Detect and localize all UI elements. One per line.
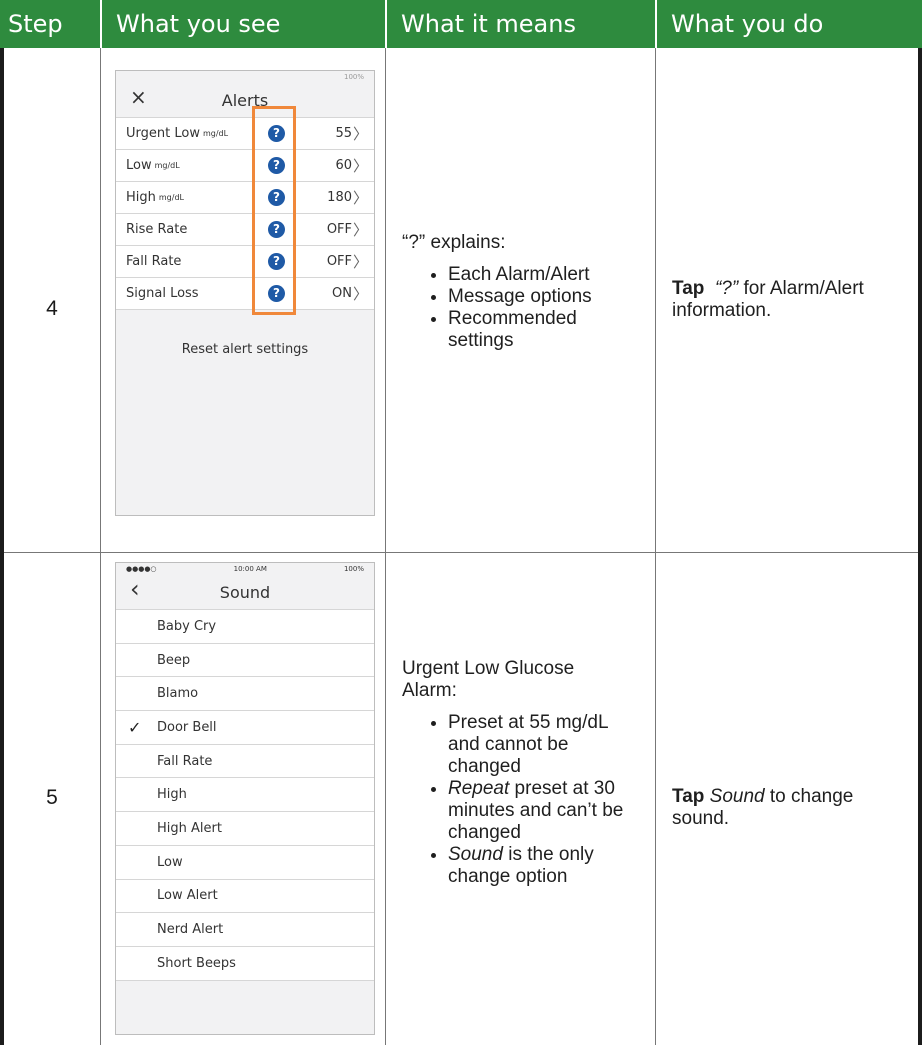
action-target: “?” (714, 278, 739, 299)
status-bar: 100% (116, 71, 374, 83)
list-item: Each Alarm/Alert (448, 264, 642, 286)
list-item: Recommended settings (448, 308, 642, 352)
sound-option[interactable]: High Alert (116, 812, 374, 846)
sound-option-label: Short Beeps (157, 955, 236, 971)
sound-option-label: Low Alert (157, 888, 218, 904)
sound-list: Baby Cry Beep Blamo ✓ Door Bell Fall Rate… (116, 609, 374, 981)
emphasis-text: Repeat (448, 778, 510, 799)
alert-row-low[interactable]: Low mg/dL ? 60 〉 (116, 150, 374, 182)
sound-option[interactable]: Baby Cry (116, 610, 374, 644)
sound-option[interactable]: High (116, 778, 374, 813)
table-body: 4 100% × Alerts Urgent Low mg/dL ? 55 〉 Lo… (0, 48, 922, 1045)
action-target: Sound (709, 786, 765, 807)
alert-value: 180 (327, 190, 352, 205)
sound-option-label: Blamo (157, 686, 199, 702)
alert-row-fall-rate[interactable]: Fall Rate ? OFF 〉 (116, 246, 374, 278)
tap-label: Tap (672, 278, 705, 299)
help-icons-highlight (252, 106, 296, 315)
alert-value: 55 (335, 126, 352, 141)
sound-option-label: Beep (157, 652, 191, 668)
sound-option[interactable]: Nerd Alert (116, 913, 374, 947)
chevron-right-icon: 〉 (352, 253, 368, 271)
alert-label: Fall Rate (126, 254, 182, 269)
alert-label: High (126, 190, 156, 205)
list-item: Preset at 55 mg/dL and cannot be changed (448, 712, 644, 778)
step-number-4: 4 (46, 297, 58, 320)
sound-option[interactable]: Low Alert (116, 880, 374, 914)
sound-option-label: Fall Rate (157, 753, 213, 769)
sound-option-selected[interactable]: ✓ Door Bell (116, 711, 374, 745)
chevron-right-icon: 〉 (352, 125, 368, 143)
chevron-right-icon: 〉 (352, 285, 368, 303)
row4-meaning-intro: “?” explains: (402, 232, 506, 253)
sound-option[interactable]: Beep (116, 644, 374, 678)
alerts-list: Urgent Low mg/dL ? 55 〉 Low mg/dL ? 60 〉 Hig… (116, 117, 374, 310)
alert-row-urgent-low[interactable]: Urgent Low mg/dL ? 55 〉 (116, 118, 374, 150)
alerts-navbar: × Alerts (116, 83, 374, 117)
emphasis-text: Sound (448, 844, 503, 865)
alert-label: Rise Rate (126, 222, 188, 237)
row4-meaning: “?” explains: Each Alarm/Alert Message o… (402, 232, 642, 352)
alert-value: 60 (335, 158, 352, 173)
list-item: Repeat preset at 30 minutes and can’t be… (448, 778, 644, 844)
table-header: Step What you see What it means What you… (0, 0, 922, 48)
unit-label: mg/dL (158, 193, 184, 202)
alerts-screenshot: 100% × Alerts Urgent Low mg/dL ? 55 〉 Low m… (115, 70, 375, 516)
column-divider (655, 48, 656, 1045)
checkmark-icon: ✓ (128, 717, 142, 737)
row4-meaning-list: Each Alarm/Alert Message options Recomme… (402, 264, 642, 352)
reset-alert-settings-button[interactable]: Reset alert settings (116, 342, 374, 357)
step-number-5: 5 (46, 786, 58, 809)
alert-label: Urgent Low (126, 126, 200, 141)
row5-meaning-intro: Urgent Low Glucose Alarm: (402, 658, 575, 701)
alert-row-signal-loss[interactable]: Signal Loss ? ON 〉 (116, 278, 374, 310)
status-time: 10:00 AM (233, 565, 267, 573)
instruction-table: Step What you see What it means What you… (0, 0, 922, 1045)
sound-title: Sound (219, 583, 271, 602)
unit-label: mg/dL (202, 129, 229, 138)
list-item: Message options (448, 286, 642, 308)
sound-option[interactable]: Blamo (116, 677, 374, 712)
row-divider (4, 552, 918, 553)
alert-value: OFF (326, 254, 352, 269)
sound-option-label: Baby Cry (157, 618, 217, 634)
chevron-right-icon: 〉 (352, 157, 368, 175)
header-what-you-see: What you see (100, 0, 385, 48)
row5-action: Tap Sound to change sound. (672, 786, 902, 830)
alert-value: ON (332, 286, 352, 301)
column-divider (100, 48, 101, 1045)
column-divider (385, 48, 386, 1045)
row4-action: Tap “?” for Alarm/Alert information. (672, 278, 912, 322)
chevron-right-icon: 〉 (352, 189, 368, 207)
battery-label: 100% (343, 565, 364, 573)
sound-option-label: High (157, 787, 187, 803)
alert-row-high[interactable]: High mg/dL ? 180 〉 (116, 182, 374, 214)
signal-icon: ●●●●○ (126, 565, 157, 573)
sound-option[interactable]: Low (116, 846, 374, 880)
chevron-right-icon: 〉 (352, 221, 368, 239)
sound-navbar: ‹ Sound (116, 575, 374, 609)
status-bar: ●●●●○ 10:00 AM 100% (116, 563, 374, 575)
header-what-it-means: What it means (385, 0, 655, 48)
alert-value: OFF (326, 222, 352, 237)
sound-option[interactable]: Fall Rate (116, 745, 374, 779)
row5-meaning-list: Preset at 55 mg/dL and cannot be changed… (402, 712, 644, 888)
list-item: Sound is the only change option (448, 844, 644, 888)
sound-option-label: Low (157, 854, 183, 870)
tap-label: Tap (672, 786, 705, 807)
alerts-title: Alerts (221, 91, 269, 110)
header-what-you-do: What you do (655, 0, 922, 48)
alert-row-rise-rate[interactable]: Rise Rate ? OFF 〉 (116, 214, 374, 246)
sound-option-label: Door Bell (157, 719, 217, 735)
battery-label: 100% (343, 73, 364, 81)
alert-label: Low (126, 158, 152, 173)
sound-option-label: Nerd Alert (157, 922, 224, 938)
sound-option-label: High Alert (157, 820, 222, 836)
alert-label: Signal Loss (126, 286, 199, 301)
header-step: Step (8, 10, 63, 38)
unit-label: mg/dL (154, 161, 180, 170)
row5-meaning: Urgent Low Glucose Alarm: Preset at 55 m… (402, 658, 652, 888)
sound-screenshot: ●●●●○ 10:00 AM 100% ‹ Sound Baby Cry Bee… (115, 562, 375, 1035)
sound-option[interactable]: Short Beeps (116, 947, 374, 981)
